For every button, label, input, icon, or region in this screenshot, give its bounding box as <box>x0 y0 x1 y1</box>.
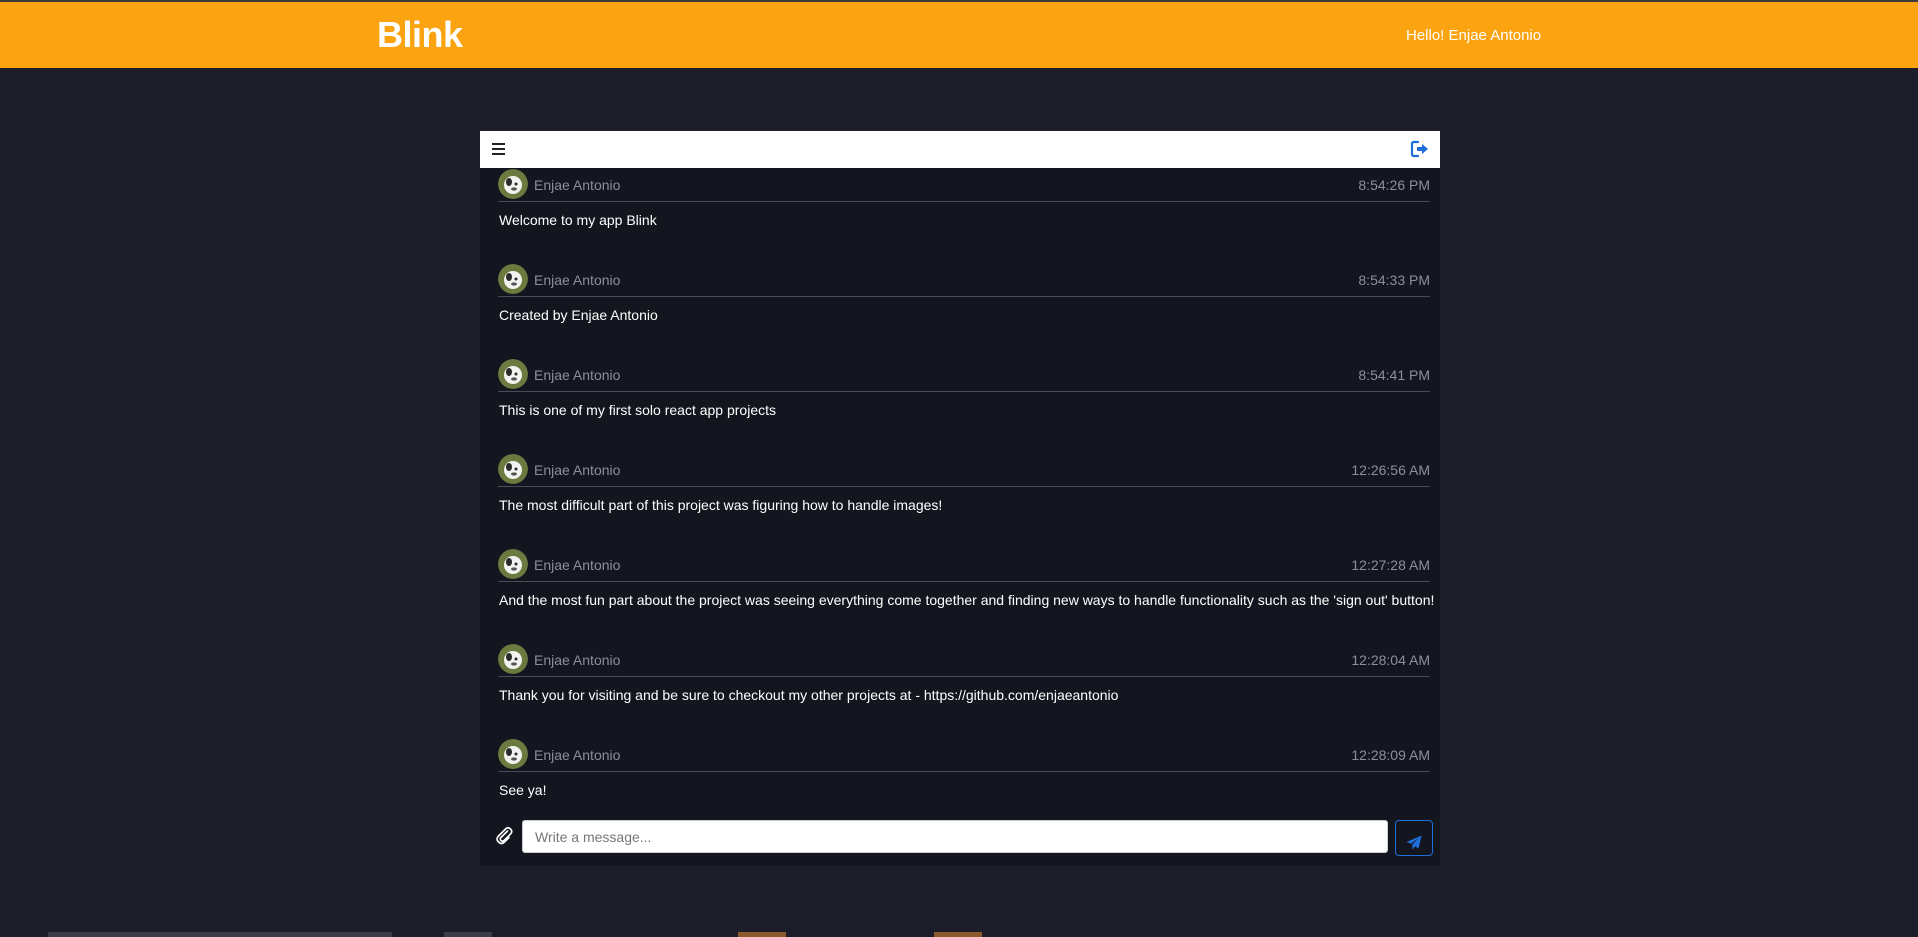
message-header: Enjae Antonio 12:26:56 AM <box>498 453 1430 487</box>
message-item: Enjae Antonio 8:54:33 PM Created by Enjae … <box>480 263 1440 358</box>
message-item: Enjae Antonio 8:54:26 PM Welcome to my app… <box>480 168 1440 263</box>
bottom-strip-4 <box>934 932 982 937</box>
bottom-strip-1 <box>48 932 392 937</box>
message-item: Enjae Antonio 8:54:41 PM This is one of my… <box>480 358 1440 453</box>
avatar[interactable] <box>498 549 528 579</box>
message-composer <box>480 808 1440 866</box>
message-header: Enjae Antonio 12:27:28 AM <box>498 548 1430 582</box>
chat-panel: Enjae Antonio 8:54:26 PM Welcome to my app… <box>480 131 1440 866</box>
message-item: Enjae Antonio 12:28:04 AM Thank you for vi… <box>480 643 1440 738</box>
message-header: Enjae Antonio 12:28:09 AM <box>498 738 1430 772</box>
message-timestamp: 8:54:33 PM <box>1358 272 1430 288</box>
user-greeting: Hello! Enjae Antonio <box>1406 27 1542 44</box>
chat-header <box>480 131 1440 168</box>
message-text: See ya! <box>499 782 547 798</box>
message-input[interactable] <box>522 820 1388 853</box>
message-author: Enjae Antonio <box>534 177 621 193</box>
message-header: Enjae Antonio 8:54:41 PM <box>498 358 1430 392</box>
message-timestamp: 12:28:04 AM <box>1351 652 1430 668</box>
message-author: Enjae Antonio <box>534 272 621 288</box>
avatar[interactable] <box>498 644 528 674</box>
avatar[interactable] <box>498 359 528 389</box>
message-timestamp: 12:28:09 AM <box>1351 747 1430 763</box>
message-text: Thank you for visiting and be sure to ch… <box>499 687 1119 703</box>
message-header: Enjae Antonio 8:54:33 PM <box>498 263 1430 297</box>
message-list[interactable]: Enjae Antonio 8:54:26 PM Welcome to my app… <box>480 168 1440 808</box>
paper-plane-icon <box>1406 835 1422 850</box>
message-text: This is one of my first solo react app p… <box>499 402 776 418</box>
top-navbar: Blink Hello! Enjae Antonio <box>0 0 1918 68</box>
bottom-strip-3 <box>738 932 786 937</box>
message-timestamp: 8:54:41 PM <box>1358 367 1430 383</box>
avatar[interactable] <box>498 264 528 294</box>
sign-out-icon[interactable] <box>1410 139 1430 159</box>
avatar[interactable] <box>498 454 528 484</box>
message-text: And the most fun part about the project … <box>499 592 1435 608</box>
message-author: Enjae Antonio <box>534 652 621 668</box>
avatar[interactable] <box>498 169 528 199</box>
avatar[interactable] <box>498 739 528 769</box>
brand-logo[interactable]: Blink <box>377 14 463 56</box>
message-author: Enjae Antonio <box>534 462 621 478</box>
message-timestamp: 12:27:28 AM <box>1351 557 1430 573</box>
message-author: Enjae Antonio <box>534 367 621 383</box>
message-timestamp: 8:54:26 PM <box>1358 177 1430 193</box>
paperclip-icon[interactable] <box>494 825 514 845</box>
message-header: Enjae Antonio 12:28:04 AM <box>498 643 1430 677</box>
message-item: Enjae Antonio 12:28:09 AM See ya! <box>480 738 1440 808</box>
send-button[interactable] <box>1395 820 1433 856</box>
message-author: Enjae Antonio <box>534 557 621 573</box>
message-text: Created by Enjae Antonio <box>499 307 658 323</box>
message-text: Welcome to my app Blink <box>499 212 657 228</box>
message-header: Enjae Antonio 8:54:26 PM <box>498 168 1430 202</box>
message-item: Enjae Antonio 12:27:28 AM And the most fun… <box>480 548 1440 643</box>
hamburger-menu-icon[interactable] <box>492 140 506 158</box>
message-item: Enjae Antonio 12:26:56 AM The most difficu… <box>480 453 1440 548</box>
bottom-strip-2 <box>444 932 492 937</box>
message-text: The most difficult part of this project … <box>499 497 943 513</box>
message-author: Enjae Antonio <box>534 747 621 763</box>
message-timestamp: 12:26:56 AM <box>1351 462 1430 478</box>
